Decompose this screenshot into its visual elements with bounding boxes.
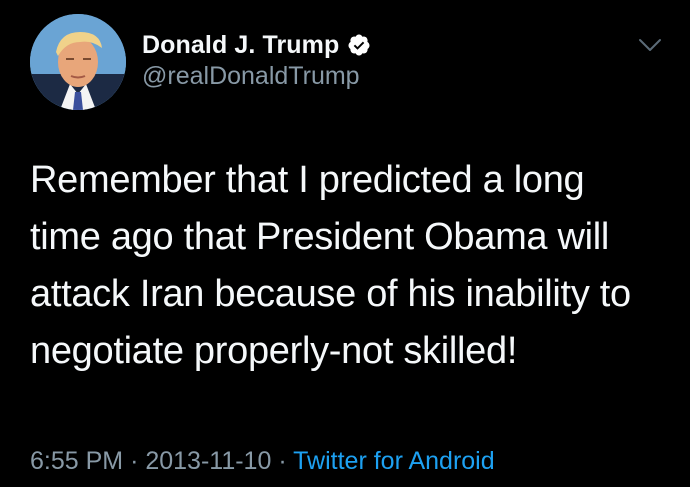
tweet-text: Remember that I predicted a long time ag…	[30, 152, 670, 380]
avatar[interactable]	[30, 14, 126, 110]
separator: ·	[278, 447, 287, 475]
tweet-text-line: attack Iran because of his inability to	[30, 273, 631, 315]
author-row[interactable]: Donald J. Trump	[142, 28, 371, 62]
tweet-text-line: Remember that I predicted a long	[30, 159, 585, 201]
tweet-date[interactable]: 2013-11-10	[145, 447, 271, 475]
tweet-metadata: 6:55 PM · 2013-11-10 · Twitter for Andro…	[30, 447, 495, 476]
tweet-text-line: negotiate properly-not skilled!	[30, 330, 518, 372]
tweet-time[interactable]: 6:55 PM	[30, 447, 123, 475]
user-handle[interactable]: @realDonaldTrump	[142, 62, 360, 91]
tweet-text-line: time ago that President Obama will	[30, 216, 610, 258]
tweet-card: Donald J. Trump @realDonaldTrump Remembe…	[0, 0, 690, 487]
display-name[interactable]: Donald J. Trump	[142, 31, 339, 60]
chevron-down-icon[interactable]	[635, 30, 665, 60]
separator: ·	[130, 447, 139, 475]
avatar-image	[30, 14, 126, 110]
verified-badge-icon	[348, 34, 370, 56]
tweet-source-link[interactable]: Twitter for Android	[293, 447, 494, 475]
